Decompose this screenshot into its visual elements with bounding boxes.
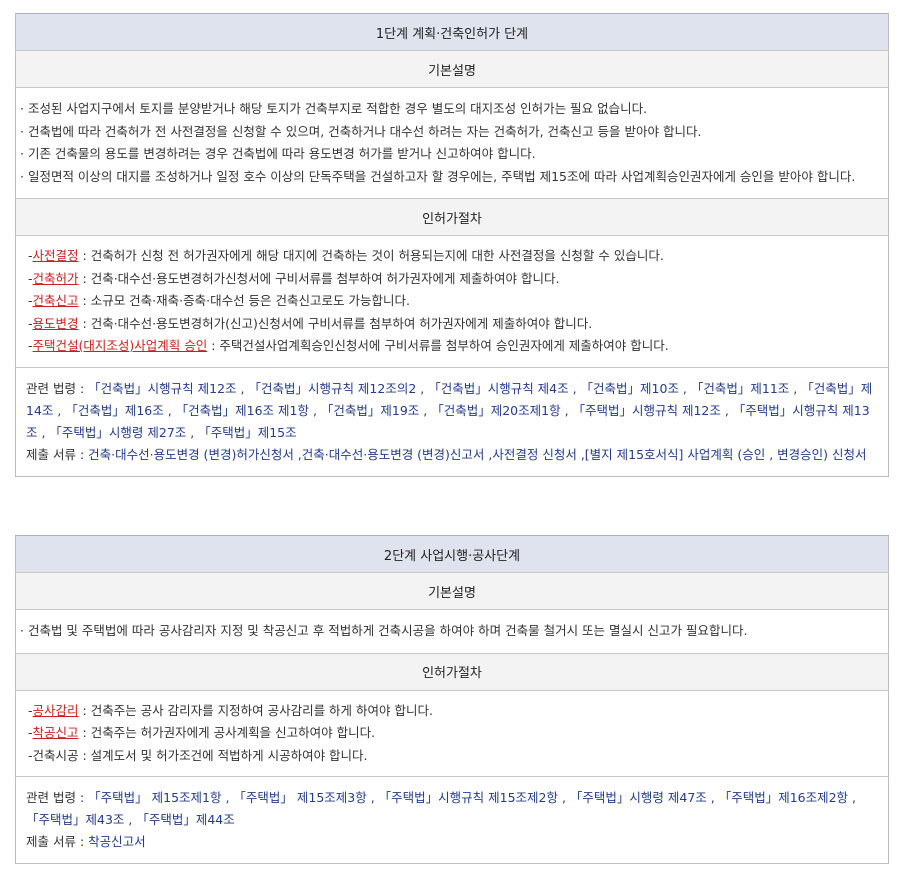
- procedure-text: : 소규모 건축·재축·증축·대수선 등은 건축신고로도 가능합니다.: [78, 293, 410, 308]
- procedure-item: -건축허가 : 건축·대수선·용도변경허가신청서에 구비서류를 첨부하여 허가권…: [28, 268, 880, 291]
- stage2-title: 2단계 사업시행·공사단계: [15, 535, 889, 573]
- stage1-basic-desc: · 조성된 사업지구에서 토지를 분양받거나 해당 토지가 건축부지로 적합한 …: [15, 87, 889, 199]
- stage1-basic-line: · 건축법에 따라 건축허가 전 사전결정을 신청할 수 있으며, 건축하거나 …: [20, 123, 702, 139]
- procedure-text: : 건축·대수선·용도변경허가(신고)신청서에 구비서류를 첨부하여 허가권자에…: [78, 315, 593, 331]
- submit-docs: 제출 서류 : 건축·대수선·용도변경 (변경)허가신청서 ,건축·대수선·용도…: [26, 444, 878, 466]
- stage2-proc-header: 인허가절차: [15, 652, 889, 690]
- procedure-text: : 건축·대수선·용도변경허가신청서에 구비서류를 첨부하여 허가권자에게 제출…: [78, 270, 560, 286]
- related-laws: 관련 법령 : 「건축법」시행규칙 제12조 , 「건축법」시행규칙 제12조의…: [26, 378, 878, 444]
- submit-docs-text[interactable]: 건축·대수선·용도변경 (변경)허가신청서 ,건축·대수선·용도변경 (변경)신…: [88, 447, 866, 462]
- stage1-title: 1단계 계획·건축인허가 단계: [15, 13, 889, 51]
- procedure-item: -사전결정 : 건축허가 신청 전 허가권자에게 해당 대지에 건축하는 것이 …: [28, 245, 880, 268]
- submit-docs-label: 제출 서류 :: [26, 834, 89, 849]
- procedure-item: -주택건설(대지조성)사업계획 승인 : 주택건설사업계획승인신청서에 구비서류…: [28, 335, 880, 358]
- stage1-basic-line: · 일정면적 이상의 대지를 조성하거나 일정 호수 이상의 단독주택을 건설하…: [20, 168, 856, 184]
- procedure-item: -용도변경 : 건축·대수선·용도변경허가(신고)신청서에 구비서류를 첨부하여…: [28, 313, 880, 336]
- stage1-procedures: -사전결정 : 건축허가 신청 전 허가권자에게 해당 대지에 건축하는 것이 …: [15, 235, 889, 367]
- related-laws-text[interactable]: 「주택법」 제15조제1항 , 「주택법」 제15조제3항 , 「주택법」시행규…: [26, 790, 856, 827]
- procedure-item: -건축시공 : 설계도서 및 허가조건에 적법하게 시공하여야 합니다.: [28, 745, 880, 768]
- stage2-procedures: -공사감리 : 건축주는 공사 감리자를 지정하여 공사감리를 하게 하여야 합…: [15, 689, 889, 777]
- stage1-basic-line: · 조성된 사업지구에서 토지를 분양받거나 해당 토지가 건축부지로 적합한 …: [20, 101, 648, 116]
- stage1-proc-header: 인허가절차: [15, 198, 889, 236]
- stage1-law-docs: 관련 법령 : 「건축법」시행규칙 제12조 , 「건축법」시행규칙 제12조의…: [15, 366, 889, 476]
- procedure-text: 건축시공 : 설계도서 및 허가조건에 적법하게 시공하여야 합니다.: [32, 747, 368, 763]
- stage2-basic-line: · 건축법 및 주택법에 따라 공사감리자 지정 및 착공신고 후 적법하게 건…: [20, 623, 748, 638]
- procedure-link-building-report[interactable]: 건축신고: [33, 293, 79, 308]
- procedure-item: -착공신고 : 건축주는 허가권자에게 공사계획을 신고하여야 합니다.: [28, 722, 880, 745]
- stage1-basic-line: · 기존 건축물의 용도를 변경하려는 경우 건축법에 따라 용도변경 허가를 …: [20, 146, 536, 161]
- stage1-table: 1단계 계획·건축인허가 단계 기본설명 · 조성된 사업지구에서 토지를 분양…: [15, 13, 889, 477]
- related-laws-text[interactable]: 「건축법」시행규칙 제12조 , 「건축법」시행규칙 제12조의2 , 「건축법…: [26, 381, 872, 440]
- related-laws-label: 관련 법령 :: [26, 790, 89, 805]
- stage2-table: 2단계 사업시행·공사단계 기본설명 · 건축법 및 주택법에 따라 공사감리자…: [15, 535, 889, 864]
- procedure-item: -건축신고 : 소규모 건축·재축·증축·대수선 등은 건축신고로도 가능합니다…: [28, 290, 880, 313]
- stage2-basic-desc: · 건축법 및 주택법에 따라 공사감리자 지정 및 착공신고 후 적법하게 건…: [15, 609, 889, 653]
- procedure-item: -공사감리 : 건축주는 공사 감리자를 지정하여 공사감리를 하게 하여야 합…: [28, 700, 880, 723]
- procedure-link-building-permit[interactable]: 건축허가: [33, 271, 79, 286]
- procedure-text: : 주택건설사업계획승인신청서에 구비서류를 첨부하여 승인권자에게 제출하여야…: [207, 338, 669, 353]
- procedure-text: : 건축주는 공사 감리자를 지정하여 공사감리를 하게 하여야 합니다.: [78, 702, 433, 718]
- stage2-section: 2단계 사업시행·공사단계 기본설명 · 건축법 및 주택법에 따라 공사감리자…: [15, 535, 889, 864]
- stage1-basic-header: 기본설명: [15, 50, 889, 88]
- submit-docs: 제출 서류 : 착공신고서: [26, 831, 878, 853]
- submit-docs-label: 제출 서류 :: [26, 446, 89, 462]
- related-laws: 관련 법령 : 「주택법」 제15조제1항 , 「주택법」 제15조제3항 , …: [26, 787, 878, 831]
- procedure-link-supervision[interactable]: 공사감리: [33, 703, 79, 718]
- procedure-link-use-change[interactable]: 용도변경: [33, 316, 79, 331]
- stage2-basic-header: 기본설명: [15, 572, 889, 610]
- stage2-law-docs: 관련 법령 : 「주택법」 제15조제1항 , 「주택법」 제15조제3항 , …: [15, 776, 889, 864]
- procedure-link-start-report[interactable]: 착공신고: [33, 725, 79, 740]
- stage1-section: 1단계 계획·건축인허가 단계 기본설명 · 조성된 사업지구에서 토지를 분양…: [15, 13, 889, 477]
- procedure-text: : 건축허가 신청 전 허가권자에게 해당 대지에 건축하는 것이 허용되는지에…: [78, 248, 664, 263]
- related-laws-label: 관련 법령 :: [26, 380, 89, 396]
- submit-docs-text[interactable]: 착공신고서: [88, 834, 146, 849]
- procedure-text: : 건축주는 허가권자에게 공사계획을 신고하여야 합니다.: [78, 725, 376, 740]
- procedure-link-prior-decision[interactable]: 사전결정: [33, 248, 79, 263]
- procedure-link-housing-plan[interactable]: 주택건설(대지조성)사업계획 승인: [33, 338, 208, 353]
